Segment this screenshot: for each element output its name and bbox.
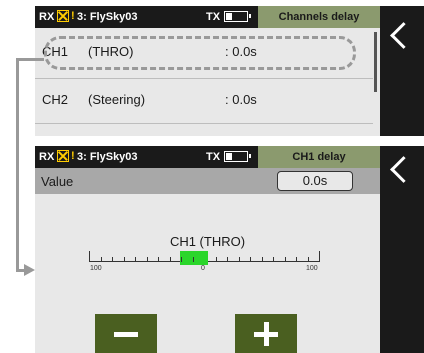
back-panel [380, 6, 424, 136]
bar-tick [89, 251, 90, 262]
page-title: Channels delay [258, 6, 380, 28]
model-name: 3: FlySky03 [77, 11, 138, 23]
bar-minor-tick [124, 257, 125, 262]
bar-minor-tick [135, 257, 136, 262]
bar-tick [319, 251, 320, 262]
bar-minor-tick [147, 257, 148, 262]
selection-highlight [44, 36, 356, 70]
receiver-disconnected-icon [57, 10, 69, 22]
bar-minor-tick [250, 257, 251, 262]
bar-minor-tick [193, 257, 194, 262]
channel-delay-value: : 0.0s [225, 92, 257, 107]
bar-minor-tick [308, 257, 309, 262]
connector-arrow-icon [24, 264, 35, 276]
tx-label: TX [206, 151, 221, 163]
bar-minor-tick [216, 257, 217, 262]
bar-minor-tick [181, 257, 182, 262]
tick-label-center: 0 [201, 265, 205, 272]
bar-minor-tick [285, 257, 286, 262]
back-chevron-icon[interactable] [390, 22, 417, 49]
channels-delay-screen: RX ! 3: FlySky03 TX Channels delay CH1 (… [35, 6, 380, 136]
rx-label: RX [39, 11, 55, 23]
bar-minor-tick [170, 257, 171, 262]
channel-name: CH2 [42, 92, 69, 107]
tick-label-left: 100 [90, 265, 102, 272]
status-bar: RX ! 3: FlySky03 TX Channels delay [35, 6, 380, 28]
battery-icon [224, 11, 251, 22]
channel-function: (Steering) [88, 92, 146, 107]
connector-line [16, 58, 44, 61]
bar-minor-tick [239, 257, 240, 262]
page-title: CH1 delay [258, 146, 380, 168]
delay-bar-fill [180, 251, 208, 265]
channel-delay-detail-screen: RX ! 3: FlySky03 TX CH1 delay Value 0.0s… [35, 146, 380, 353]
bar-minor-tick [158, 257, 159, 262]
tick-label-right: 100 [306, 265, 318, 272]
bar-minor-tick [101, 257, 102, 262]
minus-icon [114, 332, 138, 337]
warning-icon: ! [71, 150, 75, 162]
bar-minor-tick [112, 257, 113, 262]
warning-icon: ! [71, 10, 75, 22]
scrollbar[interactable] [374, 32, 377, 92]
rx-label: RX [39, 151, 55, 163]
tx-label: TX [206, 11, 221, 23]
value-row: Value 0.0s [35, 168, 380, 194]
back-panel [380, 146, 424, 353]
back-chevron-icon[interactable] [390, 156, 417, 183]
connector-line [16, 58, 19, 272]
delay-value-field[interactable]: 0.0s [277, 171, 353, 191]
battery-icon [224, 151, 251, 162]
channel-row-ch2[interactable]: CH2 (Steering) : 0.0s [35, 80, 373, 120]
row-divider [35, 78, 373, 79]
status-bar: RX ! 3: FlySky03 TX CH1 delay [35, 146, 380, 168]
bar-minor-tick [273, 257, 274, 262]
decrease-button[interactable] [95, 314, 157, 353]
row-divider [35, 123, 373, 124]
value-label: Value [41, 174, 74, 189]
bar-minor-tick [296, 257, 297, 262]
model-name: 3: FlySky03 [77, 151, 138, 163]
bar-minor-tick [262, 257, 263, 262]
bar-minor-tick [227, 257, 228, 262]
channel-label: CH1 (THRO) [169, 234, 246, 249]
increase-button[interactable] [235, 314, 297, 353]
receiver-disconnected-icon [57, 150, 69, 162]
